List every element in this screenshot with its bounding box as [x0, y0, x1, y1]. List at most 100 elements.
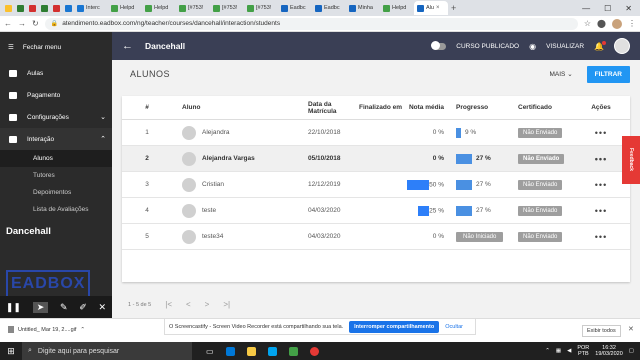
close-toolbar-icon[interactable]: ✕: [99, 302, 107, 313]
close-window-icon[interactable]: ✕: [625, 4, 632, 13]
row-actions-button[interactable]: •••: [586, 154, 616, 164]
publish-toggle[interactable]: [431, 41, 447, 50]
network-icon[interactable]: ▦: [556, 348, 561, 354]
sidebar-subitem-tutores[interactable]: Tutores: [0, 167, 112, 184]
store-app-icon[interactable]: [267, 346, 277, 356]
highlighter-tool-icon[interactable]: ✐: [79, 302, 87, 313]
student-name[interactable]: Alejandra: [202, 129, 229, 136]
profile-avatar[interactable]: [612, 18, 622, 29]
bookmark-star-icon[interactable]: ☆: [584, 19, 591, 28]
close-tab-icon[interactable]: ×: [436, 5, 440, 11]
table-row[interactable]: 2 Alejandra Vargas 05/10/2018 0 % 27 % Não En…: [122, 146, 630, 172]
close-downloads-icon[interactable]: ✕: [628, 325, 634, 333]
row-actions-button[interactable]: •••: [586, 180, 616, 190]
chrome-app-icon[interactable]: [309, 346, 319, 356]
sidebar-item-aulas[interactable]: Aulas: [0, 62, 112, 84]
extension-icon[interactable]: ⬤: [597, 19, 606, 28]
reload-icon[interactable]: ↻: [32, 19, 39, 28]
tab-favicon-icon: [315, 4, 322, 12]
col-nota: Nota média: [408, 104, 444, 111]
browser-tab[interactable]: Helpd: [108, 1, 142, 15]
browser-tab[interactable]: [14, 1, 26, 15]
browser-tab[interactable]: [26, 1, 38, 15]
browser-tab[interactable]: [38, 1, 50, 15]
close-menu-button[interactable]: ☰ Fechar menu: [0, 32, 112, 62]
forward-nav-icon[interactable]: →: [18, 19, 26, 28]
browser-tab[interactable]: Eadbc: [312, 1, 346, 15]
browser-tab[interactable]: Helpd: [380, 1, 414, 15]
browser-tab[interactable]: Helpd: [142, 1, 176, 15]
sidebar-item-pagamento[interactable]: Pagamento: [0, 84, 112, 106]
pen-tool-icon[interactable]: ✎: [60, 302, 68, 313]
browser-tab[interactable]: [50, 1, 62, 15]
browser-tab[interactable]: Interc: [74, 1, 108, 15]
browser-tab[interactable]: Minha: [346, 1, 380, 15]
layout-label: PTB: [577, 351, 589, 357]
sidebar-item-interacao[interactable]: Interação ⌃: [0, 128, 112, 150]
student-name[interactable]: Alejandra Vargas: [202, 155, 255, 162]
student-name[interactable]: teste: [202, 207, 216, 214]
back-arrow-icon[interactable]: ←: [122, 40, 133, 52]
col-date: Data da Matrícula: [308, 100, 337, 115]
last-page-icon[interactable]: >|: [223, 300, 230, 309]
search-icon: ⌕: [28, 347, 32, 354]
eye-icon[interactable]: ◉: [529, 42, 536, 51]
browser-tab[interactable]: Eadbc: [278, 1, 312, 15]
url-field[interactable]: 🔒 atendimento.eadbox.com/ng/teacher/cour…: [44, 17, 578, 30]
sidebar-subitem-depoimentos[interactable]: Depoimentos: [0, 184, 112, 201]
download-item[interactable]: Untitled_ Mar 19, 2....gif ⌃: [8, 326, 85, 333]
table-row[interactable]: 1 Alejandra 22/10/2018 0 % 9 % Não Enviado •••: [122, 120, 630, 146]
more-dropdown[interactable]: MAIS ⌄: [550, 70, 573, 78]
app-icon[interactable]: [288, 346, 298, 356]
avatar[interactable]: [614, 38, 630, 54]
browser-tab[interactable]: [#753!: [244, 1, 278, 15]
maximize-icon[interactable]: ☐: [604, 4, 611, 13]
first-page-icon[interactable]: |<: [165, 300, 172, 309]
sidebar-subitem-alunos[interactable]: Alunos: [0, 150, 112, 167]
feedback-tab[interactable]: Feedback: [622, 136, 640, 184]
view-button[interactable]: VISUALIZAR: [546, 43, 584, 50]
hide-notice-button[interactable]: Ocultar: [445, 324, 463, 330]
browser-tab[interactable]: Alu ×: [414, 1, 448, 15]
pause-icon[interactable]: ❚❚: [6, 302, 21, 313]
student-name[interactable]: teste34: [202, 233, 223, 240]
edge-app-icon[interactable]: [225, 346, 235, 356]
new-tab-button[interactable]: +: [451, 3, 456, 13]
student-name[interactable]: Cristian: [202, 181, 224, 188]
keyboard-layout[interactable]: POR PTB: [577, 345, 589, 357]
notifications-icon[interactable]: ▢: [629, 348, 634, 354]
task-view-icon[interactable]: ▭: [206, 347, 214, 356]
sidebar-subitem-avaliacoes[interactable]: Lista de Avaliações: [0, 201, 112, 218]
minimize-icon[interactable]: —: [582, 4, 590, 13]
clock[interactable]: 16:32 19/03/2020: [595, 345, 623, 357]
address-bar: ← → ↻ 🔒 atendimento.eadbox.com/ng/teache…: [0, 16, 640, 32]
browser-menu-icon[interactable]: ⋮: [628, 19, 636, 28]
show-all-downloads-button[interactable]: Exibir todos: [582, 325, 621, 337]
table-row[interactable]: 5 teste34 04/03/2020 0 % Não Iniciado Não Env…: [122, 224, 630, 250]
row-actions-button[interactable]: •••: [586, 128, 616, 138]
browser-tab[interactable]: [#753!: [210, 1, 244, 15]
prev-page-icon[interactable]: <: [186, 300, 191, 309]
row-actions-button[interactable]: •••: [586, 232, 616, 242]
stop-sharing-button[interactable]: Interromper compartilhamento: [349, 320, 440, 333]
tray-expand-icon[interactable]: ⌃: [545, 348, 550, 354]
browser-tab[interactable]: [62, 1, 74, 15]
table-row[interactable]: 4 teste 04/03/2020 25 % 27 % Não Enviado •••: [122, 198, 630, 224]
row-actions-button[interactable]: •••: [586, 206, 616, 216]
browser-tab[interactable]: [#753!: [176, 1, 210, 15]
bell-icon[interactable]: 🔔: [594, 40, 606, 51]
cursor-tool-icon[interactable]: ➤: [32, 301, 49, 313]
browser-tab[interactable]: [2, 1, 14, 15]
tab-favicon-icon: [77, 4, 84, 12]
next-page-icon[interactable]: >: [205, 300, 210, 309]
back-nav-icon[interactable]: ←: [4, 19, 12, 28]
taskbar-search[interactable]: ⌕ Digite aqui para pesquisar: [22, 342, 192, 360]
student-avatar: [182, 125, 196, 140]
filter-button[interactable]: FILTRAR: [586, 65, 630, 83]
system-tray: ⌃ ▦ ◀ POR PTB 16:32 19/03/2020 ▢: [545, 345, 640, 357]
sidebar-item-configuracoes[interactable]: Configurações ⌄: [0, 106, 112, 128]
windows-start-icon[interactable]: ⊞: [0, 346, 22, 357]
table-row[interactable]: 3 Cristian 12/12/2019 50 % 27 % Não Enviado ••…: [122, 172, 630, 198]
explorer-app-icon[interactable]: [246, 346, 256, 356]
volume-icon[interactable]: ◀: [567, 348, 571, 354]
